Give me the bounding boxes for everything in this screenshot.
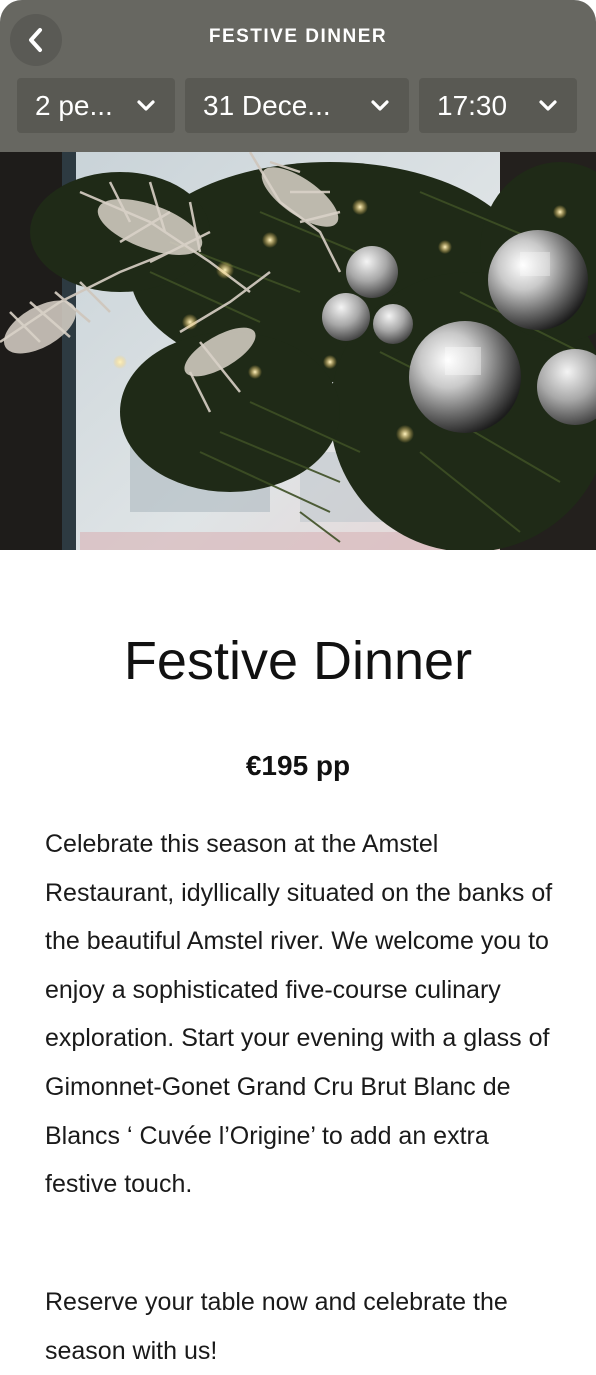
festive-garland-image (0, 152, 596, 550)
date-select[interactable]: 31 Dece... (185, 78, 409, 133)
chevron-down-icon (371, 99, 389, 111)
time-select[interactable]: 17:30 (419, 78, 577, 133)
party-size-select[interactable]: 2 pe... (17, 78, 175, 133)
hero-image (0, 152, 596, 550)
party-size-value: 2 pe... (35, 89, 113, 121)
top-bar: FESTIVE DINNER 2 pe... 31 Dece... 17:30 (0, 0, 596, 152)
offer-price: €195 pp (245, 750, 351, 781)
time-value: 17:30 (437, 89, 508, 121)
offer-heading: Festive Dinner (123, 631, 473, 691)
offer-cta-text: Reserve your table now and celebrate the… (45, 1288, 508, 1365)
chevron-down-icon (137, 99, 155, 111)
date-value: 31 Dece... (203, 89, 331, 121)
offer-description: Celebrate this season at the Amstel Rest… (45, 830, 553, 1199)
page-title: FESTIVE DINNER (208, 26, 388, 47)
chevron-down-icon (539, 99, 557, 111)
